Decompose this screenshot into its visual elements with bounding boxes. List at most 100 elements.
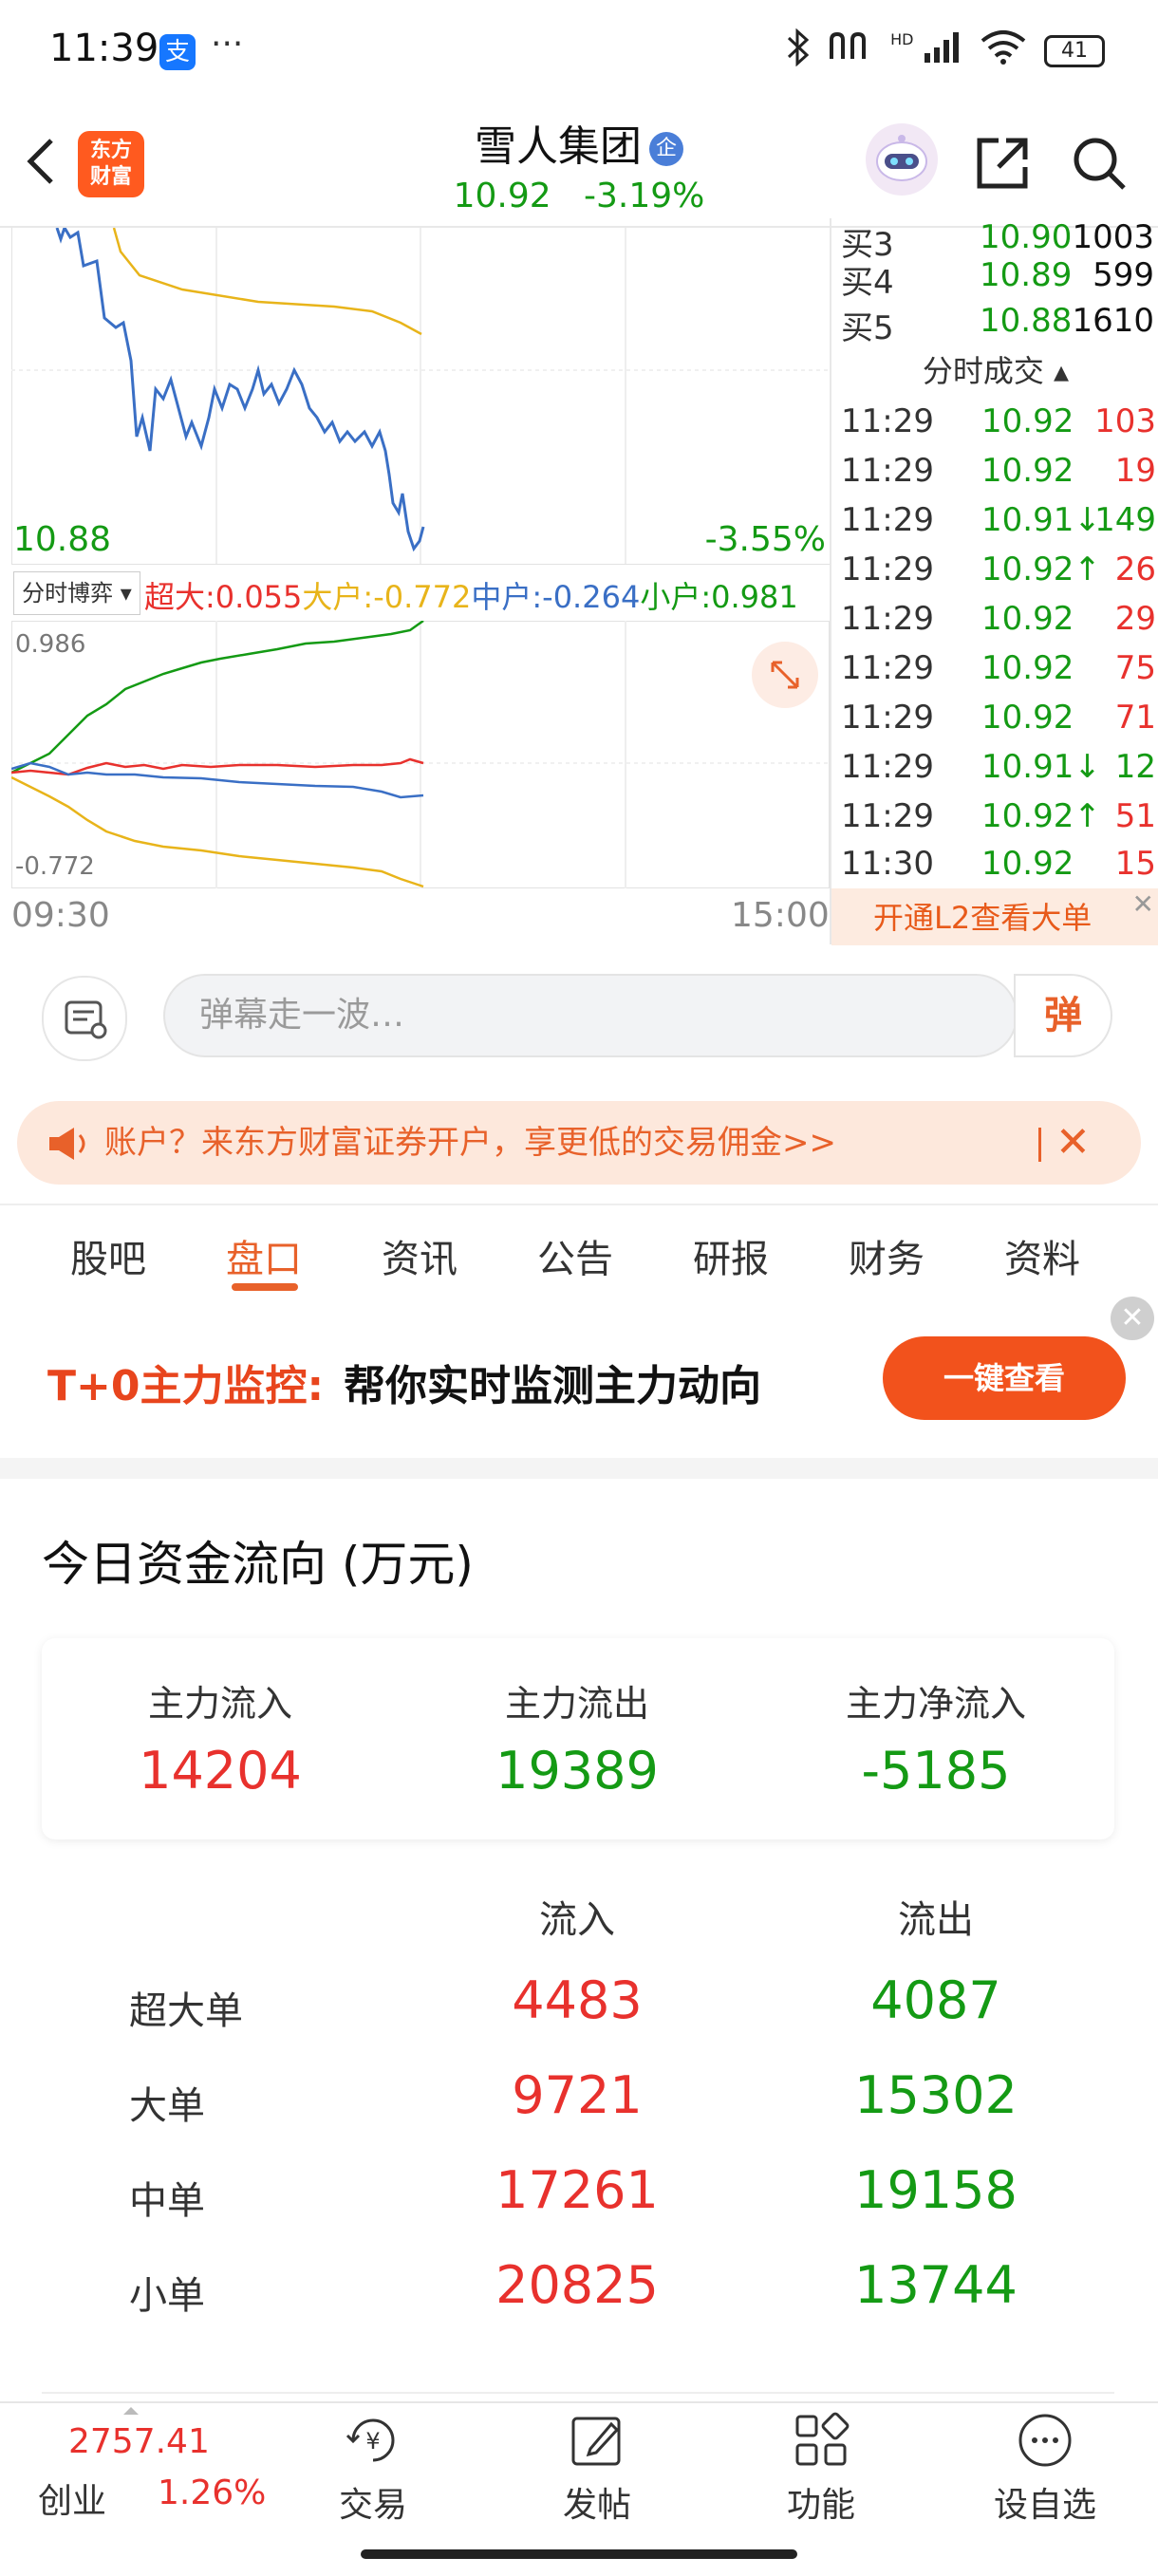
bluetooth-icon bbox=[786, 28, 811, 74]
tick-volume: 51 bbox=[1114, 797, 1156, 835]
main-net-inflow-label: 主力净流入 bbox=[845, 1683, 1026, 1725]
order-book-row: 买4 10.89 599 bbox=[841, 256, 1154, 304]
fund-flow-chart[interactable] bbox=[11, 621, 830, 888]
search-icon[interactable] bbox=[1069, 133, 1130, 194]
promo-text[interactable]: 账户？来东方财富证券开户，享更低的交易佣金>> bbox=[104, 1120, 940, 1166]
flow-row-inflow: 20825 bbox=[495, 2255, 659, 2315]
tab-finance[interactable]: 财务 bbox=[849, 1228, 925, 1283]
tab-pankou[interactable]: 盘口 bbox=[226, 1228, 302, 1283]
nav-add-watchlist[interactable]: 设自选 bbox=[974, 2411, 1116, 2527]
order-book-label: 买4 bbox=[841, 264, 894, 302]
chart-low-percent: -3.55% bbox=[704, 520, 826, 559]
tick-price: 10.92 bbox=[981, 699, 1074, 737]
tick-volume: 15 bbox=[1114, 845, 1156, 883]
index-name[interactable]: 创业 bbox=[38, 2473, 106, 2523]
tick-time: 11:29 bbox=[841, 748, 934, 786]
status-bar: 11:39 支 ··· HD 41 bbox=[0, 0, 1158, 104]
tick-volume: 71 bbox=[1114, 699, 1156, 737]
add-watchlist-icon bbox=[1016, 2411, 1074, 2470]
tick-price: 10.92 bbox=[981, 452, 1074, 490]
nav-post[interactable]: 发帖 bbox=[526, 2411, 668, 2527]
nav-trade[interactable]: ¥ 交易 bbox=[302, 2411, 444, 2527]
active-tab-indicator bbox=[232, 1283, 298, 1291]
flow-row-label: 大单 bbox=[129, 2084, 205, 2128]
share-icon[interactable] bbox=[972, 133, 1033, 194]
ticks-title[interactable]: 分时成交 ▴ bbox=[831, 347, 1158, 391]
order-book-volume: 1610 bbox=[1072, 302, 1154, 340]
tick-time: 11:29 bbox=[841, 402, 934, 440]
expand-chart-icon[interactable] bbox=[752, 642, 818, 708]
close-icon[interactable]: ✕ bbox=[1111, 1297, 1154, 1340]
intraday-price-chart[interactable] bbox=[11, 228, 830, 565]
view-now-button[interactable]: 一键查看 bbox=[883, 1336, 1126, 1420]
tick-price: 10.92 bbox=[981, 402, 1074, 440]
order-book-label: 买5 bbox=[841, 309, 894, 347]
tick-time: 11:30 bbox=[841, 845, 934, 883]
nav-add-watchlist-label: 设自选 bbox=[993, 2486, 1096, 2525]
tick-row: 11:29 10.92 71 bbox=[841, 699, 1156, 748]
flow-row-inflow: 4483 bbox=[512, 1970, 643, 2030]
index-percent[interactable]: 1.26% bbox=[158, 2473, 266, 2512]
capital-flow-summary-card bbox=[42, 1638, 1114, 1839]
main-outflow-value: 19389 bbox=[495, 1741, 659, 1801]
legend-super: 超大:0.055 bbox=[144, 579, 303, 615]
promo-separator bbox=[1038, 1128, 1041, 1162]
main-net-inflow-value: -5185 bbox=[861, 1741, 1011, 1801]
tick-row: 11:29 10.92↑ 51 bbox=[841, 797, 1156, 847]
expand-up-icon[interactable] bbox=[123, 2407, 139, 2415]
legend-small: 小户:0.981 bbox=[640, 579, 798, 615]
trade-icon: ¥ bbox=[344, 2411, 402, 2470]
tick-price: 10.92↑ bbox=[981, 551, 1101, 588]
order-book-price: 10.89 bbox=[980, 256, 1073, 294]
tab-guba[interactable]: 股吧 bbox=[70, 1228, 146, 1283]
tick-time: 11:29 bbox=[841, 551, 934, 588]
order-book-price: 10.88 bbox=[980, 302, 1073, 340]
speaker-icon bbox=[46, 1126, 93, 1162]
tick-volume: 19 bbox=[1114, 452, 1156, 490]
fund-axis-bottom: -0.772 bbox=[15, 852, 95, 881]
nav-post-label: 发帖 bbox=[562, 2486, 631, 2525]
danmaku-send-button[interactable]: 弹 bbox=[1014, 974, 1112, 1057]
legend-large: 大户:-0.772 bbox=[302, 579, 472, 615]
tab-news[interactable]: 资讯 bbox=[382, 1228, 458, 1283]
tick-volume: 26 bbox=[1114, 551, 1156, 588]
tick-price: 10.91↓ bbox=[981, 748, 1101, 786]
home-indicator[interactable] bbox=[361, 2549, 797, 2559]
danmaku-input[interactable]: 弹幕走一波… bbox=[163, 974, 1018, 1057]
tick-row: 11:29 10.92 75 bbox=[841, 649, 1156, 699]
main-outflow-label: 主力流出 bbox=[504, 1683, 649, 1725]
status-icons: HD 41 bbox=[786, 28, 1105, 74]
t0-description: 帮你实时监测主力动向 bbox=[344, 1362, 761, 1410]
robot-assistant-icon[interactable] bbox=[866, 123, 938, 196]
tab-profile[interactable]: 资料 bbox=[1004, 1228, 1080, 1283]
tab-announcements[interactable]: 公告 bbox=[537, 1228, 613, 1283]
change-percent: -3.19% bbox=[584, 177, 705, 215]
danmaku-settings-icon[interactable] bbox=[42, 976, 127, 1061]
more-notifications-icon: ··· bbox=[211, 25, 244, 64]
tick-price: 10.92 bbox=[981, 845, 1074, 883]
tick-price: 10.92 bbox=[981, 600, 1074, 638]
main-inflow-label: 主力流入 bbox=[147, 1683, 292, 1725]
flow-row-outflow: 13744 bbox=[854, 2255, 1018, 2315]
tick-price: 10.91↓ bbox=[981, 501, 1101, 539]
flow-row-label: 小单 bbox=[129, 2274, 205, 2318]
close-icon[interactable]: ✕ bbox=[1055, 1118, 1091, 1167]
tab-research[interactable]: 研报 bbox=[693, 1228, 769, 1283]
fund-legend: 超大:0.055大户:-0.772中户:-0.264小户:0.981 bbox=[144, 573, 798, 617]
function-icon bbox=[792, 2411, 850, 2470]
fund-game-selector[interactable]: 分时博弈 ▾ bbox=[13, 571, 140, 615]
current-price: 10.92 bbox=[453, 177, 551, 215]
index-value[interactable]: 2757.41 bbox=[68, 2422, 210, 2461]
fund-axis-top: 0.986 bbox=[15, 630, 86, 659]
tick-row: 11:29 10.92↑ 26 bbox=[841, 551, 1156, 600]
flow-row-inflow: 17261 bbox=[495, 2160, 659, 2220]
signal-icon: HD bbox=[890, 30, 962, 72]
l2-upgrade-banner[interactable]: 开通L2查看大单 ✕ bbox=[831, 888, 1158, 947]
tick-row: 11:29 10.92 19 bbox=[841, 452, 1156, 501]
close-icon[interactable]: ✕ bbox=[1132, 888, 1154, 921]
section-divider bbox=[0, 1458, 1158, 1479]
nav-functions[interactable]: 功能 bbox=[750, 2411, 892, 2527]
t0-title: T+0主力监控: bbox=[47, 1362, 325, 1410]
flow-row-outflow: 15302 bbox=[854, 2065, 1018, 2125]
tick-row: 11:30 10.92 15 bbox=[841, 845, 1156, 894]
